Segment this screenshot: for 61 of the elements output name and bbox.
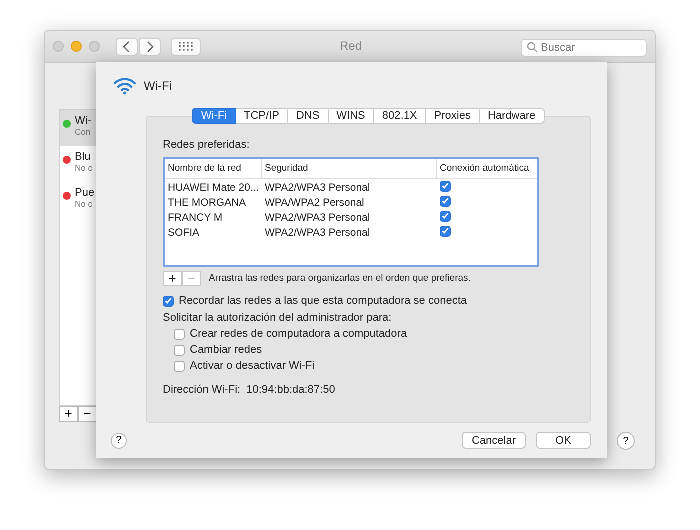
service-name: Blu xyxy=(75,151,92,163)
address-label: Dirección Wi-Fi: xyxy=(163,384,241,396)
table-cell-text: THE MORGANA xyxy=(167,196,248,208)
tab[interactable]: DNS xyxy=(288,108,329,124)
search-icon xyxy=(527,42,538,52)
forward-button[interactable] xyxy=(139,38,161,56)
checkbox[interactable] xyxy=(440,196,451,207)
tab[interactable]: Proxies xyxy=(426,108,480,124)
address-value: 10:94:bb:da:87:50 xyxy=(246,384,336,396)
window-title: Red xyxy=(338,39,363,53)
service-name: Wi- xyxy=(75,115,92,127)
column-header[interactable]: Nombre de la red xyxy=(165,159,262,178)
column-header[interactable]: Seguridad xyxy=(262,159,437,178)
sidebar-action-button[interactable]: − xyxy=(78,406,97,422)
search-field[interactable]: Buscar xyxy=(521,38,647,56)
grid-icon xyxy=(179,42,193,51)
checkbox-label: Cambiar redes xyxy=(190,344,262,356)
checkbox-label: Recordar las redes a las que esta computadora se conecta xyxy=(179,295,467,307)
help-button[interactable]: ? xyxy=(111,432,127,448)
hint-text: Arrastra las redes para organizarlas en el orden que prefieras. xyxy=(209,273,471,284)
table-cell-text: FRANCY M xyxy=(167,212,224,224)
service-status: No c xyxy=(75,199,94,209)
sheet-title: Wi-Fi xyxy=(144,79,172,93)
sidebar-action-button[interactable]: + xyxy=(59,406,78,422)
column-header[interactable]: Conexión automática xyxy=(437,159,537,178)
chevron-left-icon xyxy=(123,40,131,52)
service-status: Con xyxy=(75,127,92,137)
table-cell-text: HUAWEI Mate 20... xyxy=(167,182,260,194)
add-button[interactable]: + xyxy=(163,271,182,286)
checkbox[interactable] xyxy=(440,210,451,222)
table-cell-text: WPA2/WPA3 Personal xyxy=(264,182,372,194)
chevron-right-icon xyxy=(146,40,154,52)
table-cell-text: WPA2/WPA3 Personal xyxy=(264,226,372,238)
wifi-icon xyxy=(113,77,137,95)
section-label: Solicitar la autorización del administrador para: xyxy=(163,310,393,326)
tab[interactable]: Hardware xyxy=(480,108,545,124)
cancel-button[interactable]: Cancelar xyxy=(462,432,526,449)
checkbox-label: Crear redes de computadora a computadora xyxy=(190,328,408,340)
section-label: Redes preferidas: xyxy=(163,139,251,151)
checkbox[interactable] xyxy=(163,296,174,306)
checkbox[interactable] xyxy=(174,344,185,356)
sidebar-item[interactable]: Blu No c xyxy=(60,146,132,182)
checkbox[interactable] xyxy=(440,180,451,192)
service-name: Pue xyxy=(75,187,95,199)
tab[interactable]: 802.1X xyxy=(374,108,426,124)
show-all-button[interactable] xyxy=(171,38,201,56)
checkbox[interactable] xyxy=(440,226,451,237)
back-button[interactable] xyxy=(116,38,138,56)
table-cell-text: WPA/WPA2 Personal xyxy=(264,196,366,208)
checkbox-label: Activar o desactivar Wi-Fi xyxy=(190,360,315,372)
ok-button[interactable]: OK xyxy=(536,432,591,449)
tab[interactable]: Wi-Fi xyxy=(192,108,236,124)
tab[interactable]: TCP/IP xyxy=(236,108,288,124)
table-cell-text: SOFIA xyxy=(167,226,201,238)
tab[interactable]: WINS xyxy=(328,108,374,124)
service-status: No c xyxy=(75,163,92,173)
help-button[interactable]: ? xyxy=(617,432,635,450)
sidebar-item[interactable]: Pue No c xyxy=(60,182,132,218)
checkbox[interactable] xyxy=(174,360,185,372)
checkbox[interactable] xyxy=(174,328,185,340)
table-cell-text: WPA2/WPA3 Personal xyxy=(264,212,372,224)
